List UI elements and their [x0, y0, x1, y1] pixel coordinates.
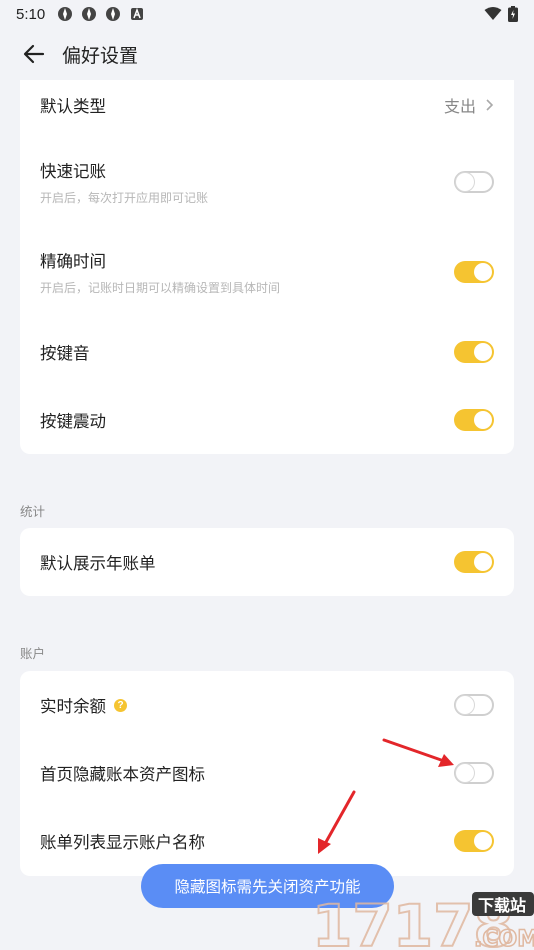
- status-right: [484, 6, 518, 22]
- status-time: 5:10: [16, 5, 46, 23]
- key-vibration-label: 按键震动: [40, 413, 106, 431]
- back-button[interactable]: [20, 40, 48, 68]
- arrow-left-icon: [23, 44, 45, 64]
- chevron-right-icon: [486, 99, 494, 111]
- question-icon[interactable]: ?: [114, 698, 127, 712]
- key-vibration-toggle[interactable]: [454, 409, 494, 431]
- show-account-name-row: 账单列表显示账户名称: [20, 817, 514, 865]
- key-sound-toggle[interactable]: [454, 341, 494, 363]
- default-type-label: 默认类型: [40, 98, 106, 116]
- status-bar: 5:10: [0, 0, 534, 28]
- show-account-name-label: 账单列表显示账户名称: [40, 834, 205, 852]
- key-vibration-row: 按键震动: [20, 396, 514, 444]
- precise-time-label: 精确时间: [40, 253, 106, 271]
- quick-record-label: 快速记账: [40, 163, 106, 181]
- page-title: 偏好设置: [62, 45, 139, 67]
- default-year-bill-label: 默认展示年账单: [40, 555, 156, 573]
- key-sound-row: 按键音: [20, 328, 514, 376]
- account-section-label: 账户: [20, 647, 46, 661]
- hide-asset-icon-label: 首页隐藏账本资产图标: [40, 766, 205, 784]
- quick-record-desc: 开启后，每次打开应用即可记账: [40, 191, 209, 205]
- app-icon: [58, 7, 73, 21]
- realtime-balance-title: 实时余额 ?: [40, 693, 454, 717]
- default-year-bill-toggle[interactable]: [454, 551, 494, 573]
- key-sound-label: 按键音: [40, 345, 90, 363]
- show-account-name-toggle[interactable]: [454, 830, 494, 852]
- hide-asset-icon-row: 首页隐藏账本资产图标: [20, 749, 514, 797]
- watermark-logo: 17178 下载站 .COM: [312, 891, 534, 950]
- realtime-balance-row: 实时余额 ?: [20, 681, 514, 729]
- watermark-domain: .COM: [474, 927, 534, 950]
- default-type-value: 支出: [443, 99, 476, 116]
- a-icon: [131, 7, 144, 20]
- default-type-selector[interactable]: 支出: [444, 93, 494, 117]
- default-year-bill-row: 默认展示年账单: [20, 538, 514, 586]
- precise-time-row: 精确时间 开启后，记账时日期可以精确设置到具体时间: [20, 244, 514, 300]
- hide-asset-icon-toggle[interactable]: [454, 762, 494, 784]
- wifi-icon: [484, 7, 502, 20]
- stats-section-label: 统计: [20, 505, 46, 519]
- battery-icon: [508, 6, 518, 22]
- quick-record-row: 快速记账 开启后，每次打开应用即可记账: [20, 154, 514, 210]
- account-card: 实时余额 ? 首页隐藏账本资产图标 账单列表显示账户名称: [20, 671, 514, 876]
- app-icon: [82, 7, 97, 21]
- quick-record-toggle[interactable]: [454, 171, 494, 193]
- realtime-balance-label: 实时余额: [40, 698, 106, 716]
- watermark-badge: 下载站: [478, 896, 526, 915]
- general-settings-card: 默认类型 支出 快速记账 开启后，每次打开应用即可记账 精确时间 开启后，记账时…: [20, 80, 514, 454]
- app-icon: [106, 7, 121, 21]
- precise-time-desc: 开启后，记账时日期可以精确设置到具体时间: [40, 281, 281, 295]
- default-type-row[interactable]: 默认类型 支出: [20, 80, 514, 130]
- stats-card: 默认展示年账单: [20, 528, 514, 596]
- realtime-balance-toggle[interactable]: [454, 694, 494, 716]
- app-bar: 偏好设置: [0, 30, 534, 78]
- precise-time-toggle[interactable]: [454, 261, 494, 283]
